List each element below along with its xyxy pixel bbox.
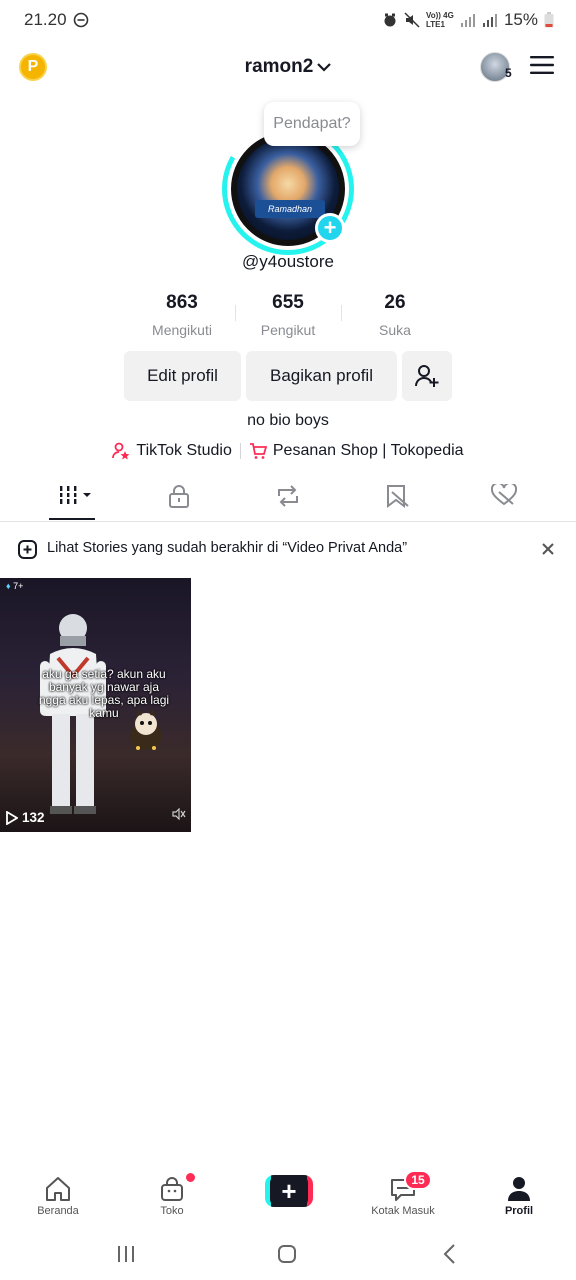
status-right: Vo)) 4G LTE1 15% bbox=[382, 10, 554, 30]
username: ramon2 bbox=[244, 56, 314, 77]
tiktok-studio-link[interactable]: TikTok Studio bbox=[112, 442, 232, 460]
tab-liked[interactable] bbox=[491, 484, 517, 506]
active-tab-indicator bbox=[49, 518, 95, 520]
status-bar: 21.20 Vo)) 4G LTE1 15% bbox=[0, 0, 576, 42]
studio-label: TikTok Studio bbox=[136, 442, 232, 459]
user-handle: @y4oustore bbox=[242, 252, 334, 271]
repost-icon bbox=[275, 484, 301, 508]
view-count: 132 bbox=[6, 810, 45, 825]
back-icon[interactable] bbox=[442, 1243, 456, 1265]
tab-private[interactable] bbox=[168, 484, 190, 508]
view-count-value: 132 bbox=[22, 810, 45, 825]
stat-label: Suka bbox=[379, 322, 411, 338]
lock-icon bbox=[168, 484, 190, 508]
avatar-banner: Ramadhan bbox=[255, 200, 325, 218]
muted-icon bbox=[172, 808, 186, 820]
shopping-bag-icon bbox=[159, 1176, 185, 1202]
profile-tabs bbox=[0, 470, 576, 522]
tab-favorites[interactable] bbox=[385, 484, 409, 508]
edit-profile-button[interactable]: Edit profil bbox=[124, 351, 241, 401]
share-profile-button[interactable]: Bagikan profil bbox=[246, 351, 397, 401]
signal-icon-2 bbox=[482, 13, 498, 27]
bookmark-icon bbox=[385, 484, 409, 508]
nav-label: Beranda bbox=[37, 1205, 79, 1217]
shop-notification-dot bbox=[186, 1173, 195, 1182]
inbox-badge: 15 bbox=[404, 1170, 432, 1190]
shop-orders-link[interactable]: Pesanan Shop | Tokopedia bbox=[249, 442, 464, 460]
nav-label: Profil bbox=[504, 1205, 534, 1217]
home-button-icon[interactable] bbox=[277, 1244, 297, 1264]
add-friend-button[interactable] bbox=[402, 351, 452, 401]
profile-icon bbox=[507, 1176, 531, 1202]
friends-count: 5 bbox=[505, 66, 512, 80]
nav-profile[interactable]: Profil bbox=[479, 1176, 559, 1217]
home-icon bbox=[44, 1176, 72, 1202]
alarm-icon bbox=[382, 12, 398, 28]
close-icon[interactable] bbox=[542, 543, 554, 555]
game-badge-text: 7+ bbox=[13, 581, 24, 591]
stat-value: 26 bbox=[384, 292, 406, 313]
stat-label: Pengikut bbox=[260, 322, 316, 338]
stat-likes[interactable]: 26 Suka bbox=[340, 292, 450, 338]
recents-icon[interactable] bbox=[117, 1245, 135, 1263]
divider bbox=[239, 443, 241, 459]
plus-icon: + bbox=[270, 1175, 308, 1207]
heart-hidden-icon bbox=[491, 484, 517, 506]
nav-label: Toko bbox=[160, 1205, 184, 1217]
profile-links: TikTok Studio Pesanan Shop | Tokopedia bbox=[0, 442, 576, 460]
shop-label: Pesanan Shop | Tokopedia bbox=[272, 442, 464, 459]
chevron-down-icon bbox=[317, 62, 332, 72]
dnd-icon bbox=[73, 12, 89, 28]
play-icon bbox=[6, 810, 18, 825]
grid-icon bbox=[58, 484, 94, 506]
nav-label: Kotak Masuk bbox=[371, 1205, 435, 1217]
nav-home[interactable]: Beranda bbox=[18, 1176, 98, 1217]
stories-notice[interactable]: Lihat Stories yang sudah berakhir di “Vi… bbox=[0, 534, 576, 564]
video-thumbnail[interactable]: ♦ 7+ aku ga setia? akun aku banyak yg na… bbox=[0, 578, 191, 832]
gem-icon: ♦ bbox=[6, 581, 11, 591]
studio-icon bbox=[112, 442, 130, 460]
network-label: Vo)) 4G LTE1 bbox=[425, 11, 454, 29]
tab-videos[interactable] bbox=[58, 484, 94, 506]
battery-label: 15% bbox=[503, 10, 538, 29]
status-time: 21.20 bbox=[24, 10, 67, 29]
stat-label: Mengikuti bbox=[152, 322, 212, 338]
mute-icon bbox=[404, 12, 420, 28]
add-user-icon bbox=[414, 363, 440, 389]
video-caption: aku ga setia? akun aku banyak yg nawar a… bbox=[38, 667, 170, 720]
battery-icon bbox=[544, 12, 554, 28]
tab-reposts[interactable] bbox=[275, 484, 301, 508]
stat-followers[interactable]: 655 Pengikut bbox=[233, 292, 343, 338]
create-button[interactable]: + bbox=[265, 1175, 313, 1207]
stat-following[interactable]: 863 Mengikuti bbox=[127, 292, 237, 338]
cart-icon bbox=[249, 442, 267, 460]
system-nav bbox=[0, 1232, 576, 1280]
add-story-button[interactable]: + bbox=[315, 213, 345, 243]
signal-icon bbox=[460, 13, 476, 27]
stat-value: 863 bbox=[166, 292, 198, 313]
nav-shop[interactable]: Toko bbox=[132, 1176, 212, 1217]
notice-text: Lihat Stories yang sudah berakhir di “Vi… bbox=[47, 540, 408, 556]
game-badge: ♦ 7+ bbox=[6, 581, 23, 591]
add-story-icon bbox=[18, 540, 37, 559]
opinion-bubble[interactable]: Pendapat? bbox=[264, 102, 360, 146]
menu-icon[interactable] bbox=[530, 55, 554, 75]
stat-value: 655 bbox=[272, 292, 304, 313]
bio-text: no bio boys bbox=[247, 412, 329, 429]
